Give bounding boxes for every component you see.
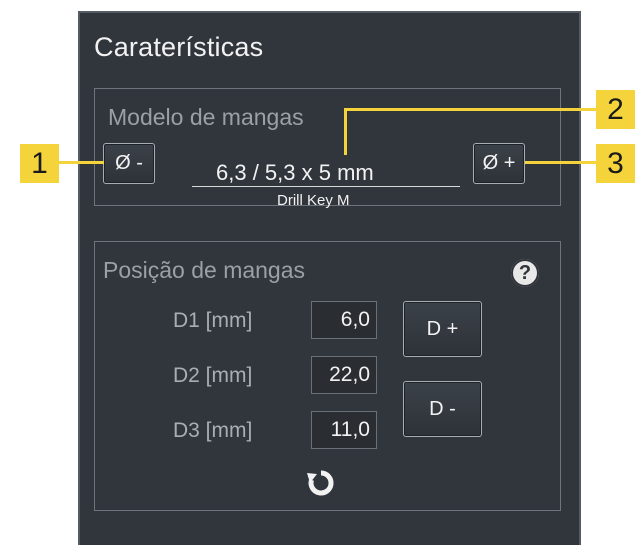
d1-label: D1 [mm]	[173, 309, 253, 332]
callout-1: 1	[20, 144, 59, 183]
help-icon[interactable]: ?	[511, 259, 539, 287]
drill-key-label: Drill Key M	[277, 192, 350, 209]
callout-2-leader	[344, 108, 596, 111]
d1-field[interactable]: 6,0	[311, 301, 377, 339]
callout-2: 2	[596, 90, 635, 129]
sleeve-size: 6,3 / 5,3 x 5 mm	[216, 160, 374, 185]
d2-label: D2 [mm]	[173, 364, 253, 387]
size-divider	[192, 186, 460, 187]
d2-field[interactable]: 22,0	[311, 356, 377, 394]
d-minus-button[interactable]: D -	[403, 381, 482, 437]
callout-3: 3	[596, 144, 635, 183]
d3-label: D3 [mm]	[173, 419, 253, 442]
callout-1-leader	[59, 161, 104, 164]
reset-icon[interactable]	[306, 468, 336, 498]
diameter-increase-button[interactable]: Ø +	[473, 143, 525, 184]
sleeve-model-title: Modelo de mangas	[108, 104, 304, 130]
panel-title: Caraterísticas	[94, 32, 264, 62]
callout-3-leader	[525, 161, 596, 164]
d-plus-button[interactable]: D +	[403, 301, 482, 357]
d3-field[interactable]: 11,0	[311, 411, 377, 449]
callout-2-leader-vertical	[344, 108, 347, 155]
diameter-decrease-button[interactable]: Ø -	[103, 143, 155, 184]
sleeve-position-title: Posição de mangas	[103, 257, 306, 283]
